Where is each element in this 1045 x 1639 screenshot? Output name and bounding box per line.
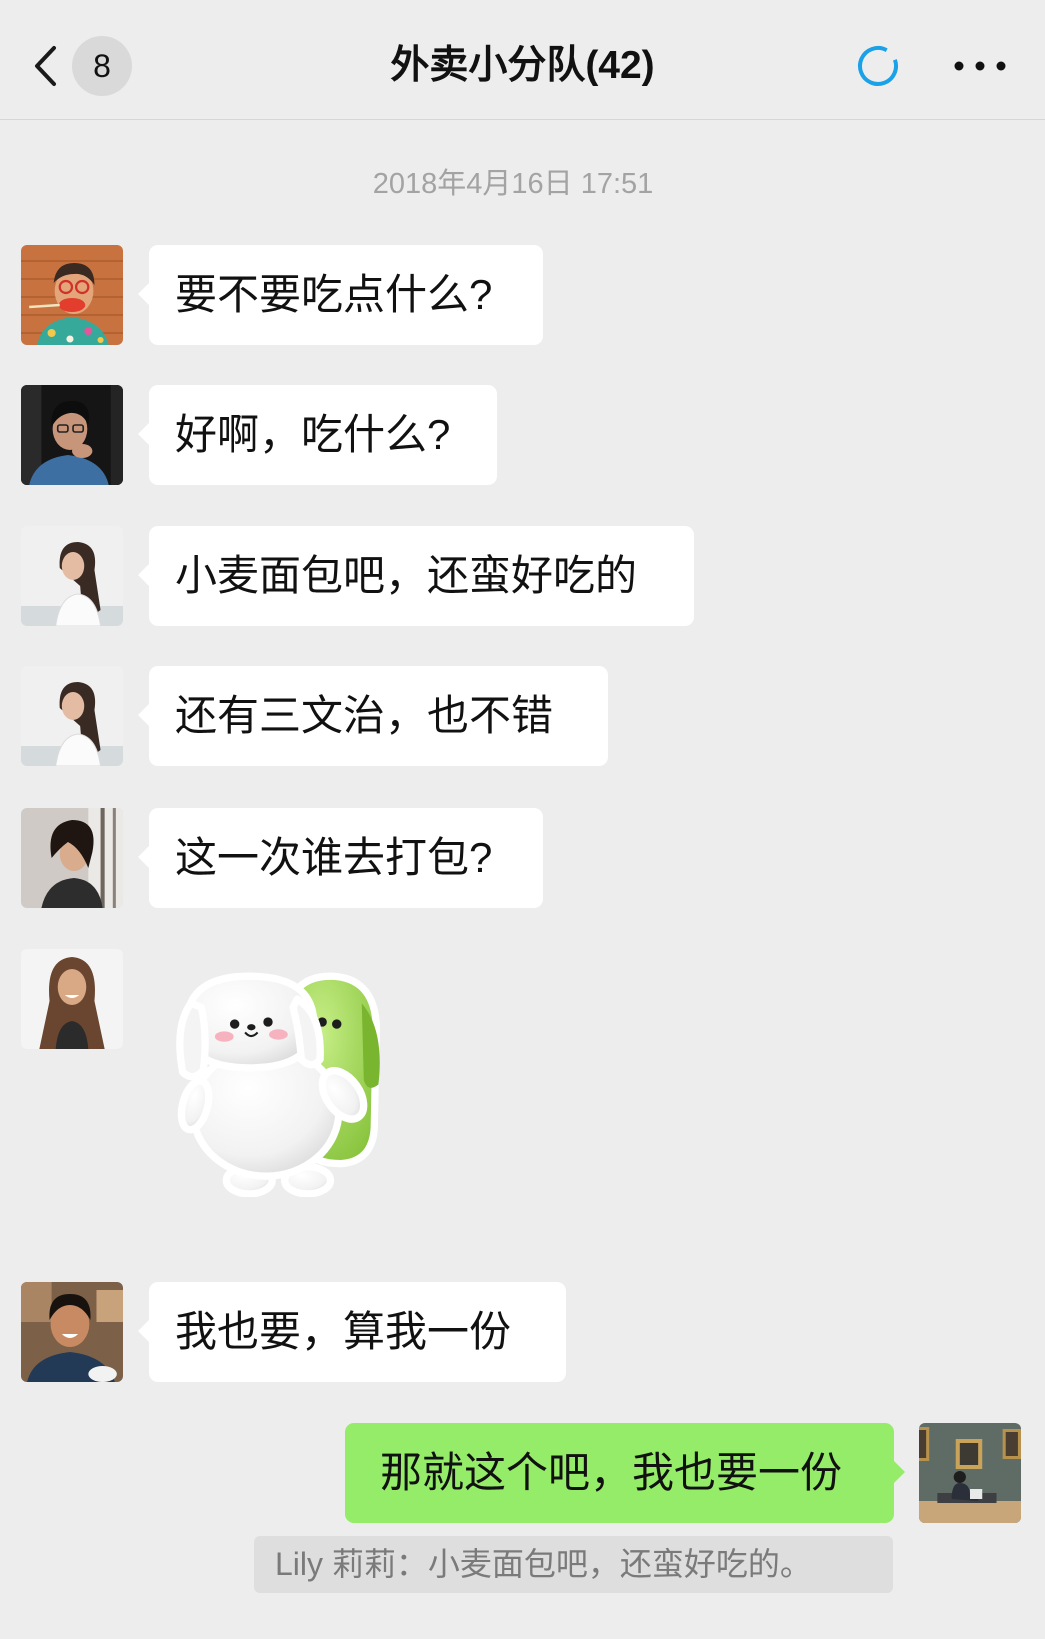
- avatar[interactable]: [21, 385, 123, 485]
- avatar-image: [919, 1423, 1021, 1523]
- message-row: 好啊，吃什么?: [0, 385, 1045, 485]
- status-button[interactable]: [854, 42, 902, 90]
- avatar[interactable]: [21, 526, 123, 626]
- message-text: 小麦面包吧，还蛮好吃的: [175, 552, 638, 599]
- more-dots-icon: [954, 61, 1006, 71]
- my-avatar[interactable]: [919, 1423, 1021, 1523]
- message-row: 我也要，算我一份: [0, 1282, 1045, 1382]
- loading-ring-icon: [858, 46, 898, 86]
- message-text: 那就这个吧，我也要一份: [380, 1449, 843, 1496]
- avatar[interactable]: [21, 666, 123, 766]
- chat-title: 外卖小分队(42): [390, 44, 655, 87]
- message-bubble[interactable]: 要不要吃点什么?: [138, 245, 543, 345]
- avatar[interactable]: [21, 245, 123, 345]
- timestamp: 2018年4月16日 17:51: [372, 168, 654, 200]
- avatar-image: [21, 666, 123, 766]
- avatar-image: [21, 1282, 123, 1382]
- quoted-message[interactable]: Lily 莉莉：小麦面包吧，还蛮好吃的。: [254, 1536, 893, 1593]
- message-row: [0, 949, 1045, 1199]
- my-message-row: 那就这个吧，我也要一份: [0, 1423, 1045, 1523]
- message-text: 这一次谁去打包?: [175, 834, 493, 881]
- avatar[interactable]: [21, 1282, 123, 1382]
- message-row: 要不要吃点什么?: [0, 245, 1045, 345]
- message-bubble[interactable]: 还有三文治，也不错: [138, 666, 608, 766]
- avatar-image: [21, 245, 123, 345]
- message-bubble[interactable]: 我也要，算我一份: [138, 1282, 566, 1382]
- chevron-left-icon: [35, 46, 56, 86]
- message-text: 还有三文治，也不错: [175, 692, 554, 739]
- avatar[interactable]: [21, 808, 123, 908]
- message-text: 要不要吃点什么?: [175, 271, 493, 318]
- my-message-bubble[interactable]: 那就这个吧，我也要一份: [345, 1423, 905, 1523]
- back-button[interactable]: [30, 44, 62, 88]
- message-bubble[interactable]: 这一次谁去打包?: [138, 808, 543, 908]
- unread-badge[interactable]: 8: [72, 36, 132, 96]
- avatar[interactable]: [21, 949, 123, 1049]
- message-text: 我也要，算我一份: [175, 1308, 512, 1355]
- sticker[interactable]: [176, 972, 385, 1197]
- message-text: 好啊，吃什么?: [175, 411, 451, 458]
- avatar-image: [21, 385, 123, 485]
- message-bubble[interactable]: 小麦面包吧，还蛮好吃的: [138, 526, 694, 626]
- avatar-image: [21, 526, 123, 626]
- message-bubble[interactable]: 好啊，吃什么?: [138, 385, 497, 485]
- chat-header: 8 外卖小分队(42): [0, 0, 1045, 120]
- message-row: 这一次谁去打包?: [0, 808, 1045, 908]
- dog-sticker-icon: [176, 972, 380, 1197]
- avatar-image: [21, 949, 123, 1049]
- message-row: 还有三文治，也不错: [0, 666, 1045, 766]
- message-row: 小麦面包吧，还蛮好吃的: [0, 526, 1045, 626]
- more-button[interactable]: [950, 56, 1010, 76]
- avatar-image: [21, 808, 123, 908]
